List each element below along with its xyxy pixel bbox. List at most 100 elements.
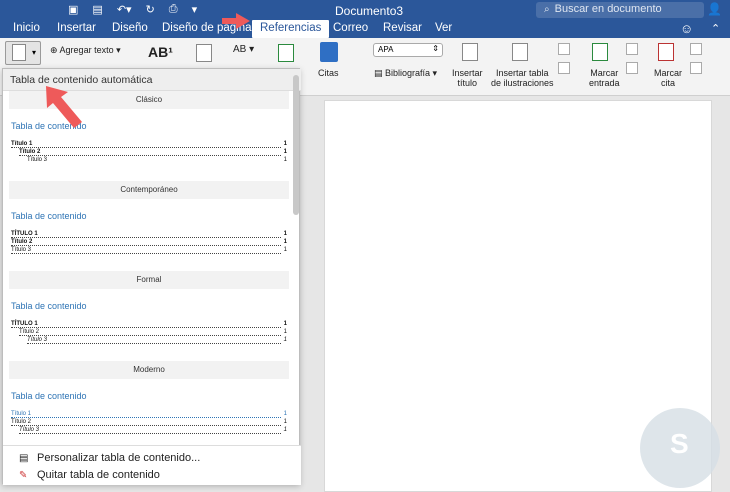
agregar-texto-label: Agregar texto	[59, 45, 114, 55]
toc-row: TÍTULO 1 1	[11, 231, 287, 239]
marcar-cita-icon	[658, 43, 674, 61]
toc-row: Título 2 1	[11, 419, 287, 427]
toc-style-formal[interactable]: Formal Tabla de contenido TÍTULO 1 1 Títu…	[9, 271, 289, 355]
toc-row-page: 1	[283, 329, 287, 336]
bibliografia-label: Bibliografía	[385, 68, 431, 78]
toc-row: Título 3 1	[11, 337, 287, 345]
toc-dropdown-icon: ▾	[32, 48, 37, 57]
title-bar: ▣ ▤ ↶▾ ↻ ⎙ ▾ Documento3 ⌕ Buscar en docum…	[0, 0, 730, 20]
search-placeholder: Buscar en documento	[554, 3, 662, 15]
collapse-ribbon-icon[interactable]: ⌃	[711, 22, 720, 35]
tab-diseno[interactable]: Diseño	[112, 22, 148, 34]
toc-row-page: 1	[283, 419, 287, 426]
toc-row-label: Título 1	[11, 411, 33, 417]
toc-row-page: 1	[283, 239, 287, 246]
toc-preview-title: Tabla de contenido	[11, 391, 87, 401]
sidebar-toggle-icon[interactable]: ▣	[68, 3, 78, 16]
citas-button[interactable]: Citas	[318, 68, 339, 78]
actualizar-indice-icon[interactable]	[626, 62, 638, 74]
toc-row-label: Título 1	[11, 141, 34, 147]
personalizar-tabla-menu-item[interactable]: ▤ Personalizar tabla de contenido...	[19, 452, 200, 464]
tab-insertar[interactable]: Insertar	[57, 22, 96, 34]
marcar-cita-button[interactable]: Marcar cita	[654, 68, 682, 88]
tab-revisar[interactable]: Revisar	[383, 22, 422, 34]
toc-row-page: 1	[283, 411, 287, 418]
search-input[interactable]: ⌕ Buscar en documento	[536, 2, 704, 18]
toc-button[interactable]: ▾	[5, 41, 41, 65]
document-title: Documento3	[335, 4, 404, 18]
toc-row: Título 2 1	[11, 149, 287, 157]
toc-row: Título 1 1	[11, 411, 287, 419]
insertar-titulo-button[interactable]: Insertar título	[452, 68, 483, 88]
document-icon: ▤	[19, 453, 29, 464]
feedback-smiley-icon[interactable]: ☺	[680, 21, 693, 36]
redo-icon[interactable]: ↻	[146, 3, 155, 16]
insertar-indice-icon[interactable]	[626, 43, 638, 55]
citation-style-value: APA	[378, 45, 394, 54]
save-icon[interactable]: ▤	[92, 3, 102, 16]
toc-row-page: 1	[283, 149, 287, 156]
toc-dropdown-menu: Tabla de contenido automática Clásico Ta…	[2, 68, 301, 485]
personalizar-label: Personalizar tabla de contenido...	[37, 452, 201, 464]
print-icon[interactable]: ⎙	[169, 3, 178, 16]
undo-icon[interactable]: ↶▾	[117, 3, 132, 16]
update-table-icon[interactable]	[558, 43, 570, 55]
insertar-tabla-autoridades-icon[interactable]	[690, 43, 702, 55]
section-title: Moderno	[9, 361, 289, 379]
insertar-tabla-icon	[512, 43, 528, 61]
tab-correo[interactable]: Correo	[333, 22, 368, 34]
insert-citation-icon[interactable]	[278, 44, 294, 62]
annotation-arrow-up	[46, 86, 82, 128]
insertar-titulo-icon	[462, 43, 478, 61]
toc-row-label: Título 3	[27, 157, 49, 163]
toc-row: Título 3 1	[11, 427, 287, 435]
toc-row: Título 1 1	[11, 141, 287, 149]
toc-icon	[12, 44, 26, 61]
search-icon: ⌕	[544, 4, 550, 15]
toc-row-page: 1	[283, 427, 287, 434]
bibliografia-button[interactable]: ▤ Bibliografía ▾	[374, 68, 437, 78]
watermark-logo: S	[640, 408, 720, 488]
dropdown-footer: ▤ Personalizar tabla de contenido... ✎ Qui…	[3, 445, 301, 485]
toc-row: Título 2 1	[11, 239, 287, 247]
cross-reference-icon[interactable]	[558, 62, 570, 74]
citation-style-select[interactable]: APA ⇕	[373, 43, 443, 57]
toc-row-label: Título 2	[19, 149, 42, 155]
toc-row: Título 3 1	[11, 157, 287, 165]
tab-inicio[interactable]: Inicio	[13, 22, 40, 34]
tab-ver[interactable]: Ver	[435, 22, 452, 34]
tab-referencias[interactable]: Referencias	[252, 20, 330, 38]
toc-row: TÍTULO 1 1	[11, 321, 287, 329]
select-stepper-icon: ⇕	[432, 44, 439, 53]
toc-row: Título 2 1	[11, 329, 287, 337]
agregar-texto-button[interactable]: ⊕ Agregar texto ▾	[50, 45, 121, 55]
toc-row: Título 3 1	[11, 247, 287, 255]
citas-icon	[320, 42, 338, 62]
marcar-entrada-button[interactable]: Marcar entrada	[589, 68, 620, 88]
actualizar-tabla-autoridades-icon[interactable]	[690, 62, 702, 74]
quick-access-toolbar: ▣ ▤ ↶▾ ↻ ⎙ ▾	[68, 3, 197, 16]
insert-endnote-icon[interactable]	[196, 44, 212, 62]
toc-row-page: 1	[283, 337, 287, 344]
toc-style-moderno[interactable]: Moderno Tabla de contenido Título 1 1 Tít…	[9, 361, 289, 441]
ribbon-tabs: Inicio Insertar Diseño Diseño de página …	[0, 20, 730, 38]
toc-row-label: Título 2	[19, 329, 41, 335]
toc-row-label: Título 3	[19, 427, 41, 433]
insertar-tabla-ilustraciones-button[interactable]: Insertar tabla de ilustraciones	[491, 68, 554, 88]
dropdown-scrollbar[interactable]	[293, 75, 299, 215]
next-footnote-button[interactable]: AB ▾	[233, 45, 254, 55]
toc-row-label: TÍTULO 1	[11, 321, 39, 327]
annotation-arrow-right	[222, 13, 250, 29]
quitar-label: Quitar tabla de contenido	[37, 469, 160, 481]
section-title: Contemporáneo	[9, 181, 289, 199]
toc-preview-title: Tabla de contenido	[11, 301, 87, 311]
toc-row-label: Título 2	[11, 239, 34, 245]
insert-footnote-button[interactable]: AB¹	[148, 45, 173, 59]
toc-row-label: Título 2	[11, 419, 33, 425]
toc-style-contemporaneo[interactable]: Contemporáneo Tabla de contenido TÍTULO …	[9, 181, 289, 265]
toc-row-page: 1	[283, 247, 287, 254]
share-person-icon[interactable]: 👤	[707, 2, 722, 16]
quitar-tabla-menu-item[interactable]: ✎ Quitar tabla de contenido	[19, 469, 160, 481]
toc-row-page: 1	[283, 157, 287, 164]
customize-toolbar-icon[interactable]: ▾	[192, 3, 198, 16]
